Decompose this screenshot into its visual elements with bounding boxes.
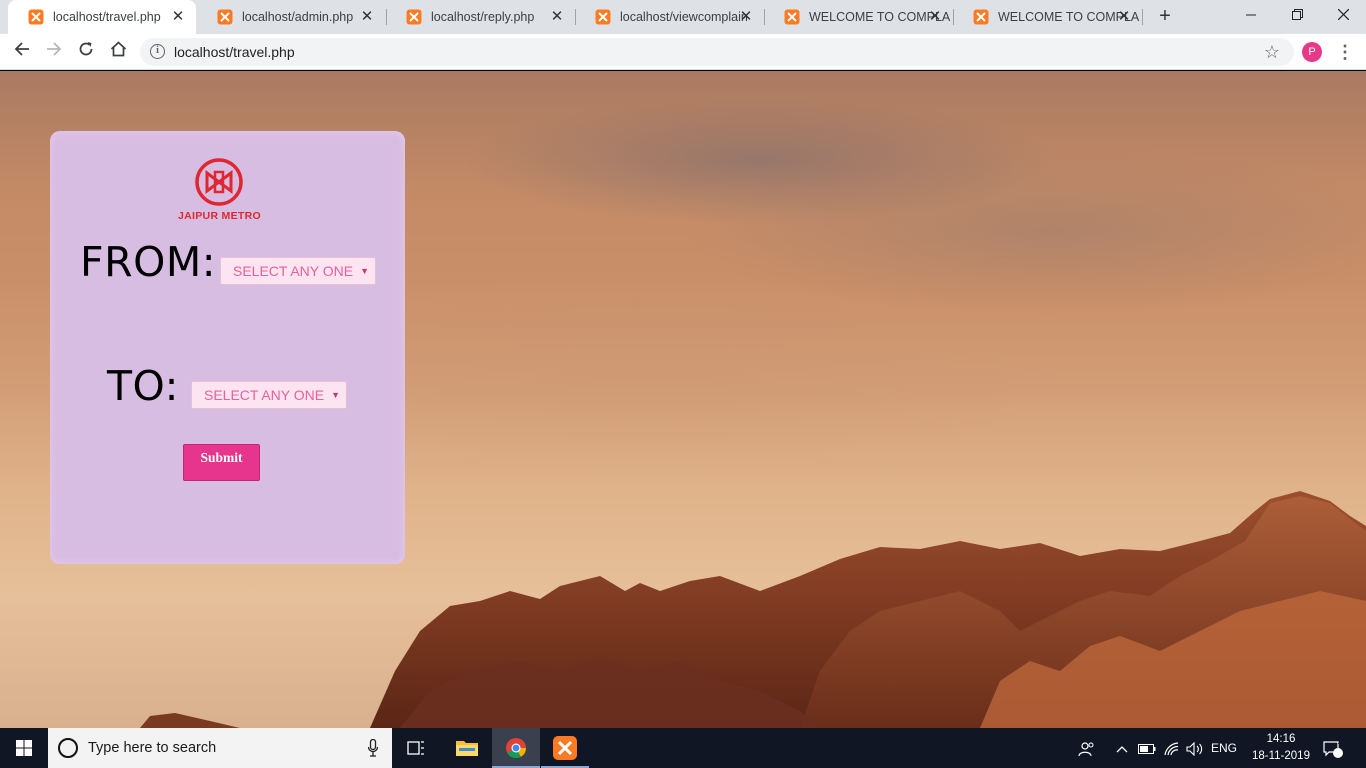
- close-tab-icon[interactable]: ✕: [1116, 9, 1132, 25]
- tab-reply[interactable]: localhost/reply.php ✕: [386, 0, 575, 34]
- reload-button[interactable]: [74, 40, 98, 64]
- arrow-right-icon: [47, 42, 62, 56]
- to-label: TO:: [107, 362, 179, 410]
- tab-welcome-2[interactable]: WELCOME TO COMPLA ✕: [953, 0, 1142, 34]
- from-label: FROM:: [80, 238, 217, 286]
- xampp-favicon-icon: [217, 9, 233, 25]
- logo-text: JAIPUR METRO: [178, 210, 261, 222]
- browser-tab-strip: localhost/travel.php ✕ localhost/admin.p…: [0, 0, 1366, 34]
- address-bar[interactable]: i localhost/travel.php ☆: [140, 38, 1294, 66]
- close-tab-icon[interactable]: ✕: [738, 9, 754, 25]
- back-button[interactable]: [10, 40, 34, 64]
- bookmark-star-icon[interactable]: ☆: [1264, 41, 1280, 63]
- to-select-value: SELECT ANY ONE: [204, 387, 325, 403]
- task-view-icon: [407, 741, 424, 755]
- minimize-button[interactable]: [1228, 0, 1274, 30]
- from-select-value: SELECT ANY ONE: [233, 263, 354, 279]
- close-window-button[interactable]: [1320, 0, 1366, 30]
- windows-logo-icon: [16, 740, 32, 756]
- arrow-left-icon: [14, 42, 29, 56]
- cortana-circle-icon: [58, 738, 78, 758]
- browser-menu-icon[interactable]: ⋮: [1336, 40, 1354, 64]
- language-indicator[interactable]: ENG: [1208, 728, 1240, 768]
- reload-icon: [79, 42, 93, 56]
- tab-welcome-1[interactable]: WELCOME TO COMPLA ✕: [764, 0, 953, 34]
- home-icon: [110, 41, 126, 57]
- minimize-icon: [1246, 14, 1256, 16]
- chevron-up-icon[interactable]: [1112, 728, 1132, 768]
- profile-avatar[interactable]: P: [1302, 42, 1322, 62]
- chrome-taskbar-button[interactable]: [492, 728, 540, 768]
- close-tab-icon[interactable]: ✕: [927, 9, 943, 25]
- taskbar-search-box[interactable]: Type here to search: [48, 728, 392, 768]
- xampp-icon: [553, 736, 577, 760]
- wifi-icon[interactable]: [1161, 728, 1183, 768]
- task-view-button[interactable]: [392, 728, 440, 768]
- xampp-taskbar-button[interactable]: [541, 728, 589, 768]
- clock-time: 14:16: [1266, 733, 1296, 745]
- xampp-favicon-icon: [784, 9, 800, 25]
- tab-admin[interactable]: localhost/admin.php ✕: [197, 0, 385, 34]
- restore-button[interactable]: [1274, 0, 1320, 30]
- dropdown-arrow-icon: ▼: [360, 266, 369, 276]
- url-text: localhost/travel.php: [174, 44, 295, 60]
- to-station-select[interactable]: SELECT ANY ONE ▼: [191, 381, 347, 409]
- tab-viewcomplain[interactable]: localhost/viewcomplain ✕: [575, 0, 764, 34]
- xampp-favicon-icon: [28, 9, 44, 25]
- tab-travel[interactable]: localhost/travel.php ✕: [8, 0, 196, 34]
- search-placeholder: Type here to search: [88, 740, 217, 756]
- route-form-card: JAIPUR METRO FROM: SELECT ANY ONE ▼ TO: …: [50, 131, 405, 564]
- browser-toolbar: i localhost/travel.php ☆: [0, 34, 1366, 70]
- notification-count: 1: [1337, 736, 1343, 746]
- folder-icon: [456, 741, 478, 756]
- people-icon[interactable]: [1076, 728, 1098, 768]
- info-icon[interactable]: i: [150, 44, 165, 59]
- close-icon: [1337, 8, 1349, 21]
- clock-date: 18-11-2019: [1252, 750, 1310, 762]
- taskbar-clock[interactable]: 14:16 18-11-2019: [1252, 731, 1310, 765]
- battery-icon[interactable]: [1136, 728, 1158, 768]
- windows-taskbar: Type here to search ENG 14:16 18-11-2019…: [0, 728, 1366, 768]
- new-tab-button[interactable]: +: [1155, 6, 1175, 26]
- chrome-icon: [506, 738, 527, 759]
- microphone-icon[interactable]: [368, 739, 378, 757]
- home-button[interactable]: [106, 40, 130, 64]
- jaipur-metro-logo-icon: [195, 158, 243, 206]
- close-tab-icon[interactable]: ✕: [359, 9, 375, 25]
- start-button[interactable]: [0, 728, 48, 768]
- action-center-button[interactable]: 1: [1318, 728, 1348, 768]
- close-tab-icon[interactable]: ✕: [170, 9, 186, 25]
- submit-button[interactable]: Submit: [183, 444, 260, 481]
- xampp-favicon-icon: [973, 9, 989, 25]
- forward-button[interactable]: [42, 40, 66, 64]
- page-viewport: JAIPUR METRO FROM: SELECT ANY ONE ▼ TO: …: [0, 71, 1366, 728]
- xampp-favicon-icon: [595, 9, 611, 25]
- dropdown-arrow-icon: ▼: [331, 390, 340, 400]
- file-explorer-button[interactable]: [443, 728, 491, 768]
- restore-icon: [1291, 9, 1303, 20]
- xampp-favicon-icon: [406, 9, 422, 25]
- tab-separator: [1142, 9, 1143, 25]
- from-station-select[interactable]: SELECT ANY ONE ▼: [220, 257, 376, 285]
- volume-icon[interactable]: [1184, 728, 1206, 768]
- close-tab-icon[interactable]: ✕: [549, 9, 565, 25]
